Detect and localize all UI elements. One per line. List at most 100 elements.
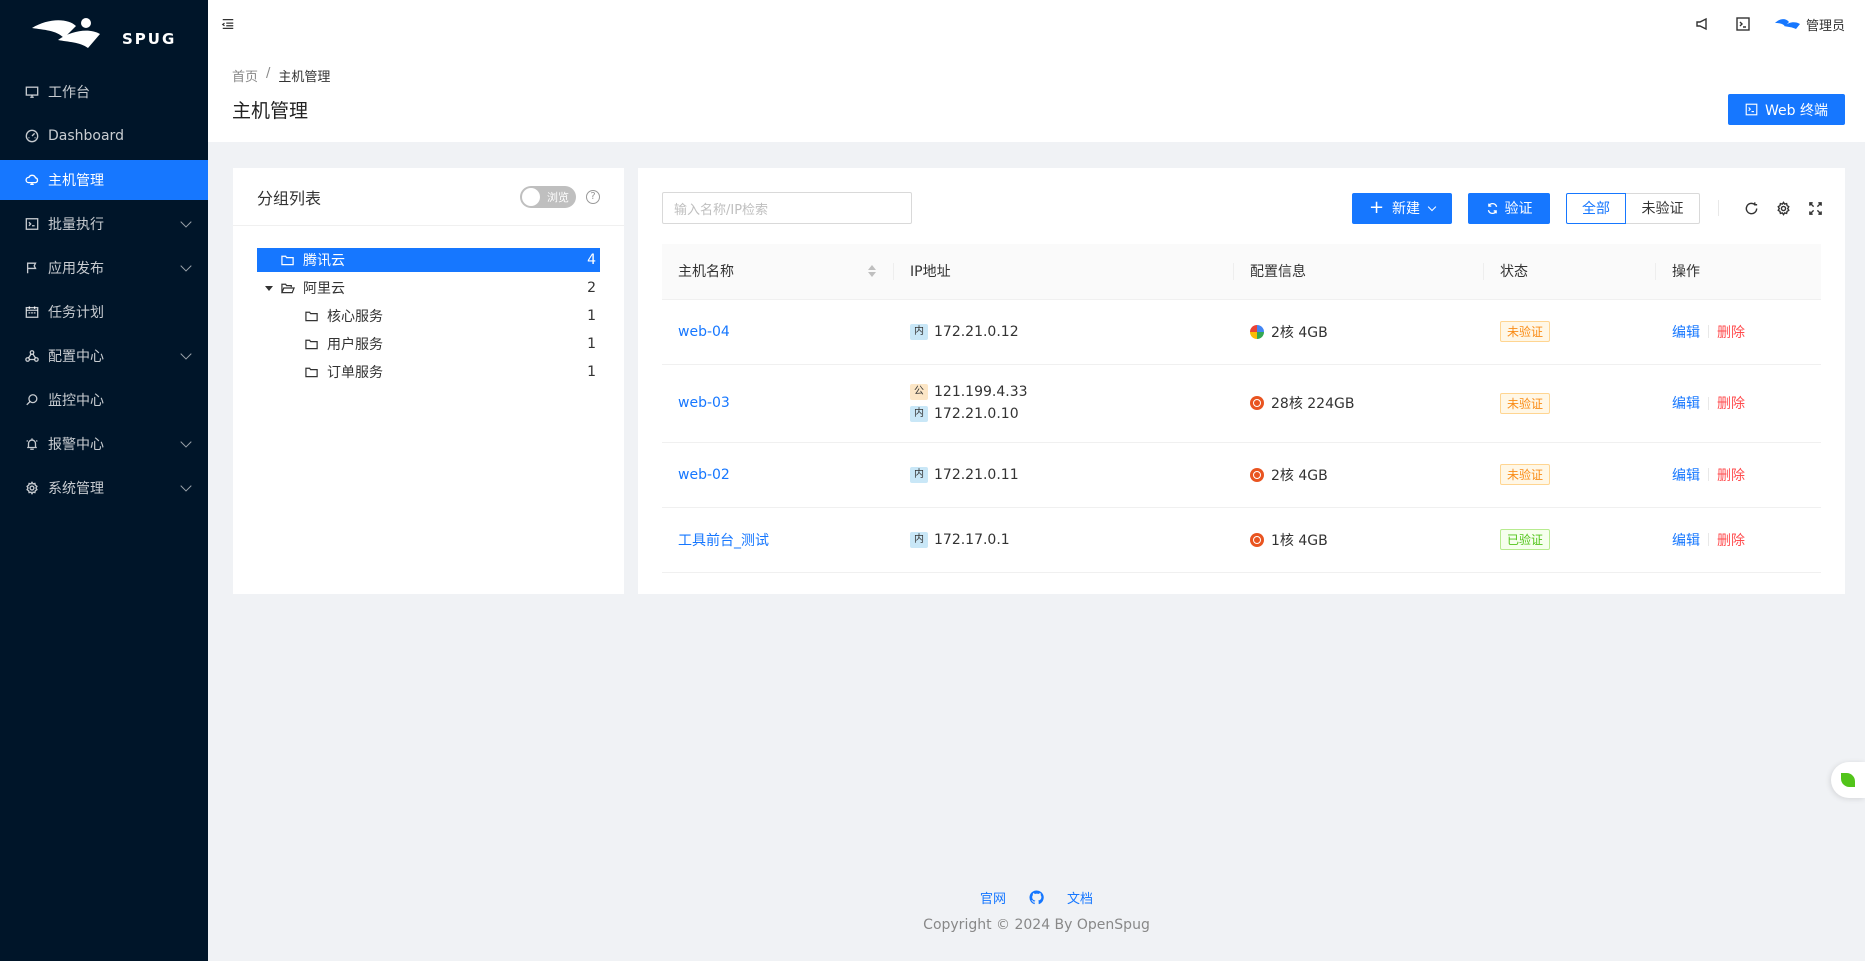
host-config: 2核 4GB bbox=[1271, 467, 1328, 484]
setting-icon bbox=[24, 480, 40, 496]
status-badge: 未验证 bbox=[1500, 321, 1551, 342]
host-name-link[interactable]: web-03 bbox=[678, 395, 730, 411]
tree-node-label: 核心服务 bbox=[327, 309, 383, 325]
sidebar-item-label: 批量执行 bbox=[48, 217, 104, 233]
footer: 官网 文档 Copyright © 2024 By OpenSpug bbox=[208, 888, 1865, 933]
ubuntu-icon bbox=[1250, 396, 1264, 410]
sidebar-item-3[interactable]: 批量执行 bbox=[0, 204, 208, 244]
notification-icon[interactable] bbox=[1694, 15, 1712, 33]
official-site-link[interactable]: 官网 bbox=[980, 888, 1006, 907]
sidebar-item-8[interactable]: 报警中心 bbox=[0, 424, 208, 464]
action-divider bbox=[1708, 396, 1709, 410]
ip-address: 172.17.0.1 bbox=[934, 531, 1010, 548]
tree-node[interactable]: 核心服务 1 bbox=[257, 304, 600, 328]
host-name-link[interactable]: web-02 bbox=[678, 467, 730, 483]
delete-link[interactable]: 删除 bbox=[1717, 530, 1745, 550]
new-host-label: 新建 bbox=[1392, 201, 1421, 217]
web-terminal-button[interactable]: Web 终端 bbox=[1728, 94, 1845, 125]
sidebar-item-9[interactable]: 系统管理 bbox=[0, 468, 208, 508]
tree-node-label: 用户服务 bbox=[327, 337, 383, 353]
sidebar-item-7[interactable]: 监控中心 bbox=[0, 380, 208, 420]
reload-icon[interactable] bbox=[1743, 200, 1759, 216]
ubuntu-icon bbox=[1250, 467, 1264, 482]
sidebar-item-1[interactable]: Dashboard bbox=[0, 116, 208, 156]
verify-button[interactable]: 验证 bbox=[1468, 192, 1550, 224]
avatar bbox=[1774, 19, 1800, 29]
delete-link[interactable]: 删除 bbox=[1717, 393, 1745, 413]
column-header-label: 主机名称 bbox=[678, 264, 734, 281]
tree-node-label: 阿里云 bbox=[303, 281, 345, 297]
chevron-down-icon bbox=[1427, 202, 1437, 211]
host-name-link[interactable]: 工具前台_测试 bbox=[678, 533, 769, 549]
tree-node[interactable]: 订单服务 1 bbox=[257, 360, 600, 384]
edit-link[interactable]: 编辑 bbox=[1672, 393, 1700, 413]
tree-node-count: 1 bbox=[587, 308, 596, 324]
terminal-icon[interactable] bbox=[1734, 15, 1752, 33]
desktop-icon bbox=[24, 84, 40, 100]
browse-toggle[interactable]: 浏览 bbox=[520, 185, 576, 208]
browse-toggle-label: 浏览 bbox=[547, 190, 569, 204]
caret-down-icon bbox=[265, 285, 273, 291]
group-panel-header: 分组列表 浏览 ? bbox=[233, 168, 624, 226]
edit-link[interactable]: 编辑 bbox=[1672, 530, 1700, 550]
breadcrumb-home[interactable]: 首页 bbox=[232, 66, 258, 85]
tree-node[interactable]: 腾讯云 4 bbox=[257, 248, 600, 272]
ip-type-tag: 公 bbox=[910, 384, 928, 400]
sidebar-item-label: 系统管理 bbox=[48, 481, 104, 497]
logo-icon bbox=[32, 18, 100, 48]
host-config: 2核 4GB bbox=[1271, 324, 1328, 341]
os-icon bbox=[1250, 324, 1264, 339]
host-toolbar: + 新建 验证 全部 未验证 bbox=[1352, 192, 1845, 224]
host-config: 28核 224GB bbox=[1271, 396, 1355, 412]
sidebar-item-0[interactable]: 工作台 bbox=[0, 72, 208, 112]
status-badge: 未验证 bbox=[1500, 392, 1551, 414]
edit-link[interactable]: 编辑 bbox=[1672, 322, 1700, 342]
sidebar-item-label: 主机管理 bbox=[48, 173, 104, 189]
sidebar-item-label: 工作台 bbox=[48, 85, 90, 101]
column-header-ip: IP地址 bbox=[894, 244, 1234, 300]
tree-node[interactable]: 阿里云 2 bbox=[257, 276, 600, 300]
sidebar-item-label: 任务计划 bbox=[48, 305, 104, 321]
docs-link[interactable]: 文档 bbox=[1067, 888, 1093, 907]
sidebar: SPUG 工作台 Dashboard 主机管理批量执行应用发布任务计划配置中心监控中… bbox=[0, 0, 208, 961]
column-header-config: 配置信息 bbox=[1234, 244, 1484, 300]
filter-unverified-radio[interactable]: 未验证 bbox=[1626, 192, 1700, 224]
action-divider bbox=[1708, 325, 1709, 338]
breadcrumb: 首页 / 主机管理 bbox=[232, 66, 330, 85]
github-icon[interactable] bbox=[1029, 890, 1044, 905]
fullscreen-icon[interactable] bbox=[1807, 200, 1823, 216]
column-header-label: 操作 bbox=[1672, 264, 1700, 281]
tree-node[interactable]: 用户服务 1 bbox=[257, 332, 600, 356]
setting-icon[interactable] bbox=[1775, 200, 1791, 216]
group-tree: 腾讯云 4 阿里云 2 核心服务 1 用户服务 1 订单服务 1 bbox=[233, 226, 624, 384]
user-menu[interactable]: 管理员 bbox=[1774, 15, 1845, 34]
spug-logo[interactable]: SPUG bbox=[0, 0, 208, 68]
sidebar-item-label: 监控中心 bbox=[48, 393, 104, 409]
floating-assistant-button[interactable] bbox=[1831, 762, 1865, 798]
breadcrumb-current: 主机管理 bbox=[278, 70, 331, 85]
sidebar-item-6[interactable]: 配置中心 bbox=[0, 336, 208, 376]
tree-switcher[interactable] bbox=[257, 285, 281, 291]
ip-address: 172.21.0.10 bbox=[934, 406, 1019, 422]
chevron-down-icon bbox=[180, 260, 192, 272]
status-badge: 已验证 bbox=[1500, 529, 1551, 550]
leaf-icon bbox=[1841, 773, 1855, 787]
new-host-button[interactable]: + 新建 bbox=[1352, 192, 1452, 224]
cloud-server-icon bbox=[24, 172, 40, 188]
question-circle-icon[interactable]: ? bbox=[586, 189, 600, 204]
filter-all-radio[interactable]: 全部 bbox=[1566, 192, 1626, 224]
sidebar-item-4[interactable]: 应用发布 bbox=[0, 248, 208, 288]
edit-link[interactable]: 编辑 bbox=[1672, 465, 1700, 485]
host-name-link[interactable]: web-04 bbox=[678, 324, 730, 340]
sort-icon[interactable] bbox=[868, 264, 876, 278]
host-search-input[interactable]: 输入名称/IP检索 bbox=[662, 192, 912, 224]
sidebar-item-2[interactable]: 主机管理 bbox=[0, 160, 208, 200]
menu-fold-icon[interactable] bbox=[220, 16, 236, 32]
chevron-down-icon bbox=[180, 436, 192, 448]
ip-type-tag: 内 bbox=[910, 531, 928, 548]
delete-link[interactable]: 删除 bbox=[1717, 322, 1745, 342]
delete-link[interactable]: 删除 bbox=[1717, 465, 1745, 485]
sidebar-item-5[interactable]: 任务计划 bbox=[0, 292, 208, 332]
column-header-name[interactable]: 主机名称 bbox=[662, 244, 894, 300]
column-header-status: 状态 bbox=[1484, 244, 1656, 300]
